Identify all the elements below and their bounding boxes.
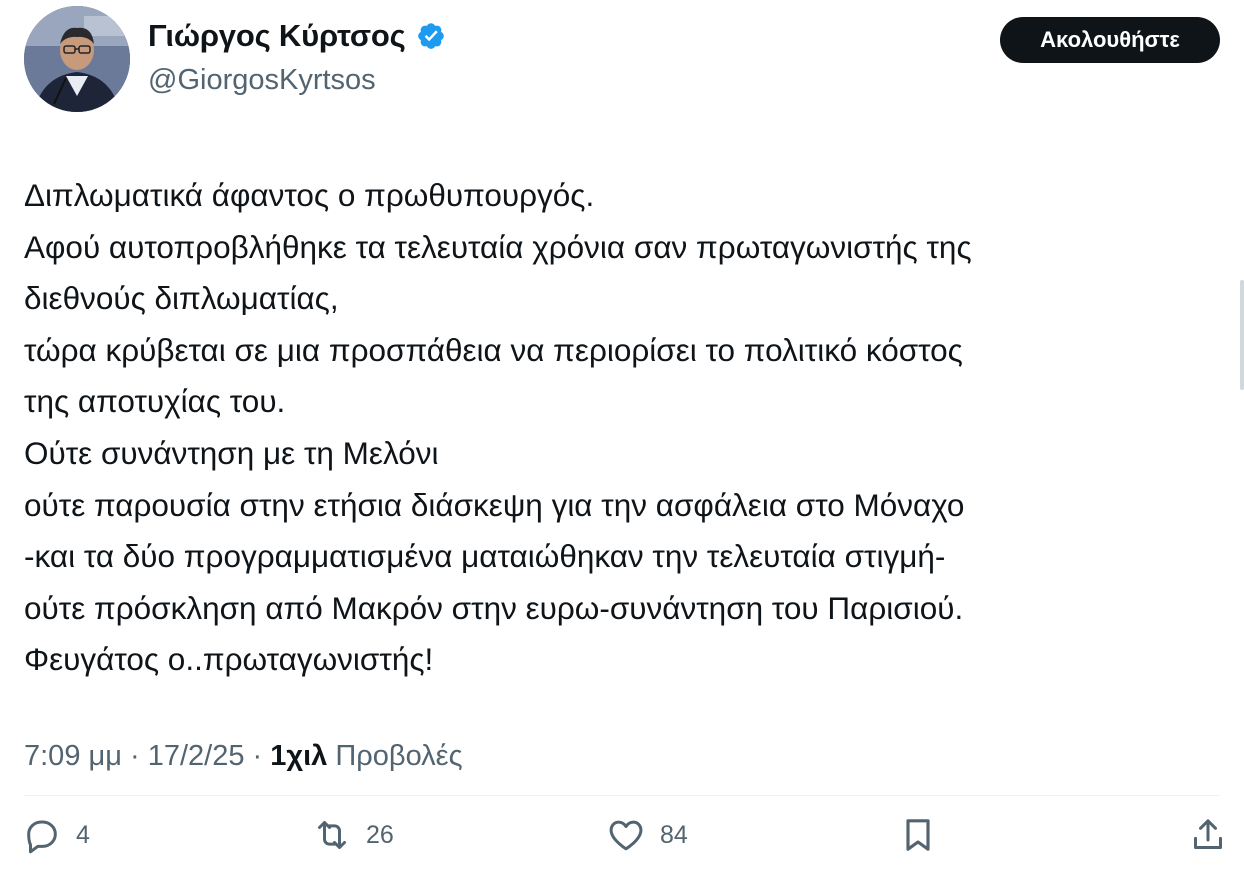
views-count: 1χιλ: [270, 740, 328, 772]
tweet-line: τώρα κρύβεται σε μια προσπάθεια να περιο…: [24, 331, 963, 368]
profile-photo: [24, 6, 130, 112]
share-icon: [1194, 819, 1222, 849]
author-display-name[interactable]: Γιώργος Κύρτσος: [148, 18, 446, 54]
bookmark-icon: [906, 819, 930, 851]
reply-button[interactable]: 4: [22, 812, 90, 858]
tweet-meta: 7:09 μμ · 17/2/25 · 1χιλ Προβολές: [24, 740, 463, 773]
views-label: Προβολές: [327, 740, 463, 772]
reply-count: 4: [76, 820, 90, 849]
tweet-line: Ούτε συνάντηση με τη Μελόνι: [24, 434, 439, 471]
tweet-line: Αφού αυτοπροβλήθηκε τα τελευταία χρόνια …: [24, 228, 972, 265]
tweet-line: Διπλωματικά άφαντος ο πρωθυπουργός.: [24, 177, 595, 213]
verified-badge-icon: [417, 23, 444, 49]
scrollbar[interactable]: [1240, 280, 1244, 390]
author-name-text: Γιώργος Κύρτσος: [148, 18, 406, 53]
meta-separator: ·: [121, 740, 148, 772]
tweet-line: ούτε παρουσία στην ετήσια διάσκεψη για τ…: [24, 486, 965, 523]
tweet-time[interactable]: 7:09 μμ: [24, 740, 122, 772]
divider: [24, 795, 1220, 796]
repost-button[interactable]: 26: [312, 812, 394, 858]
tweet-line: διεθνούς διπλωματίας,: [24, 280, 339, 317]
tweet-line: -και τα δύο προγραμματισμένα ματαιώθηκαν…: [24, 538, 946, 575]
heart-icon: [609, 820, 643, 851]
like-button[interactable]: 84: [606, 812, 688, 858]
meta-separator: ·: [244, 740, 271, 772]
tweet-date[interactable]: 17/2/25: [148, 740, 245, 772]
tweet-line: Φευγάτος ο..πρωταγωνιστής!: [24, 641, 434, 678]
avatar[interactable]: [24, 6, 130, 112]
repost-count: 26: [366, 820, 394, 849]
action-bar: 4 26 84: [0, 812, 1244, 862]
like-count: 84: [660, 820, 688, 849]
author-handle[interactable]: @GiorgosKyrtsos: [148, 64, 376, 97]
bookmark-button[interactable]: [898, 812, 938, 858]
tweet-line: ούτε πρόσκληση από Μακρόν στην ευρω-συνά…: [24, 589, 964, 626]
reply-icon: [27, 820, 57, 854]
follow-button[interactable]: Ακολουθήστε: [1000, 17, 1220, 63]
repost-icon: [318, 821, 346, 849]
tweet-text: Διπλωματικά άφαντος ο πρωθυπουργός. Αφού…: [24, 170, 1214, 686]
tweet-line: της αποτυχίας του.: [24, 383, 286, 420]
share-button[interactable]: [1188, 812, 1228, 858]
